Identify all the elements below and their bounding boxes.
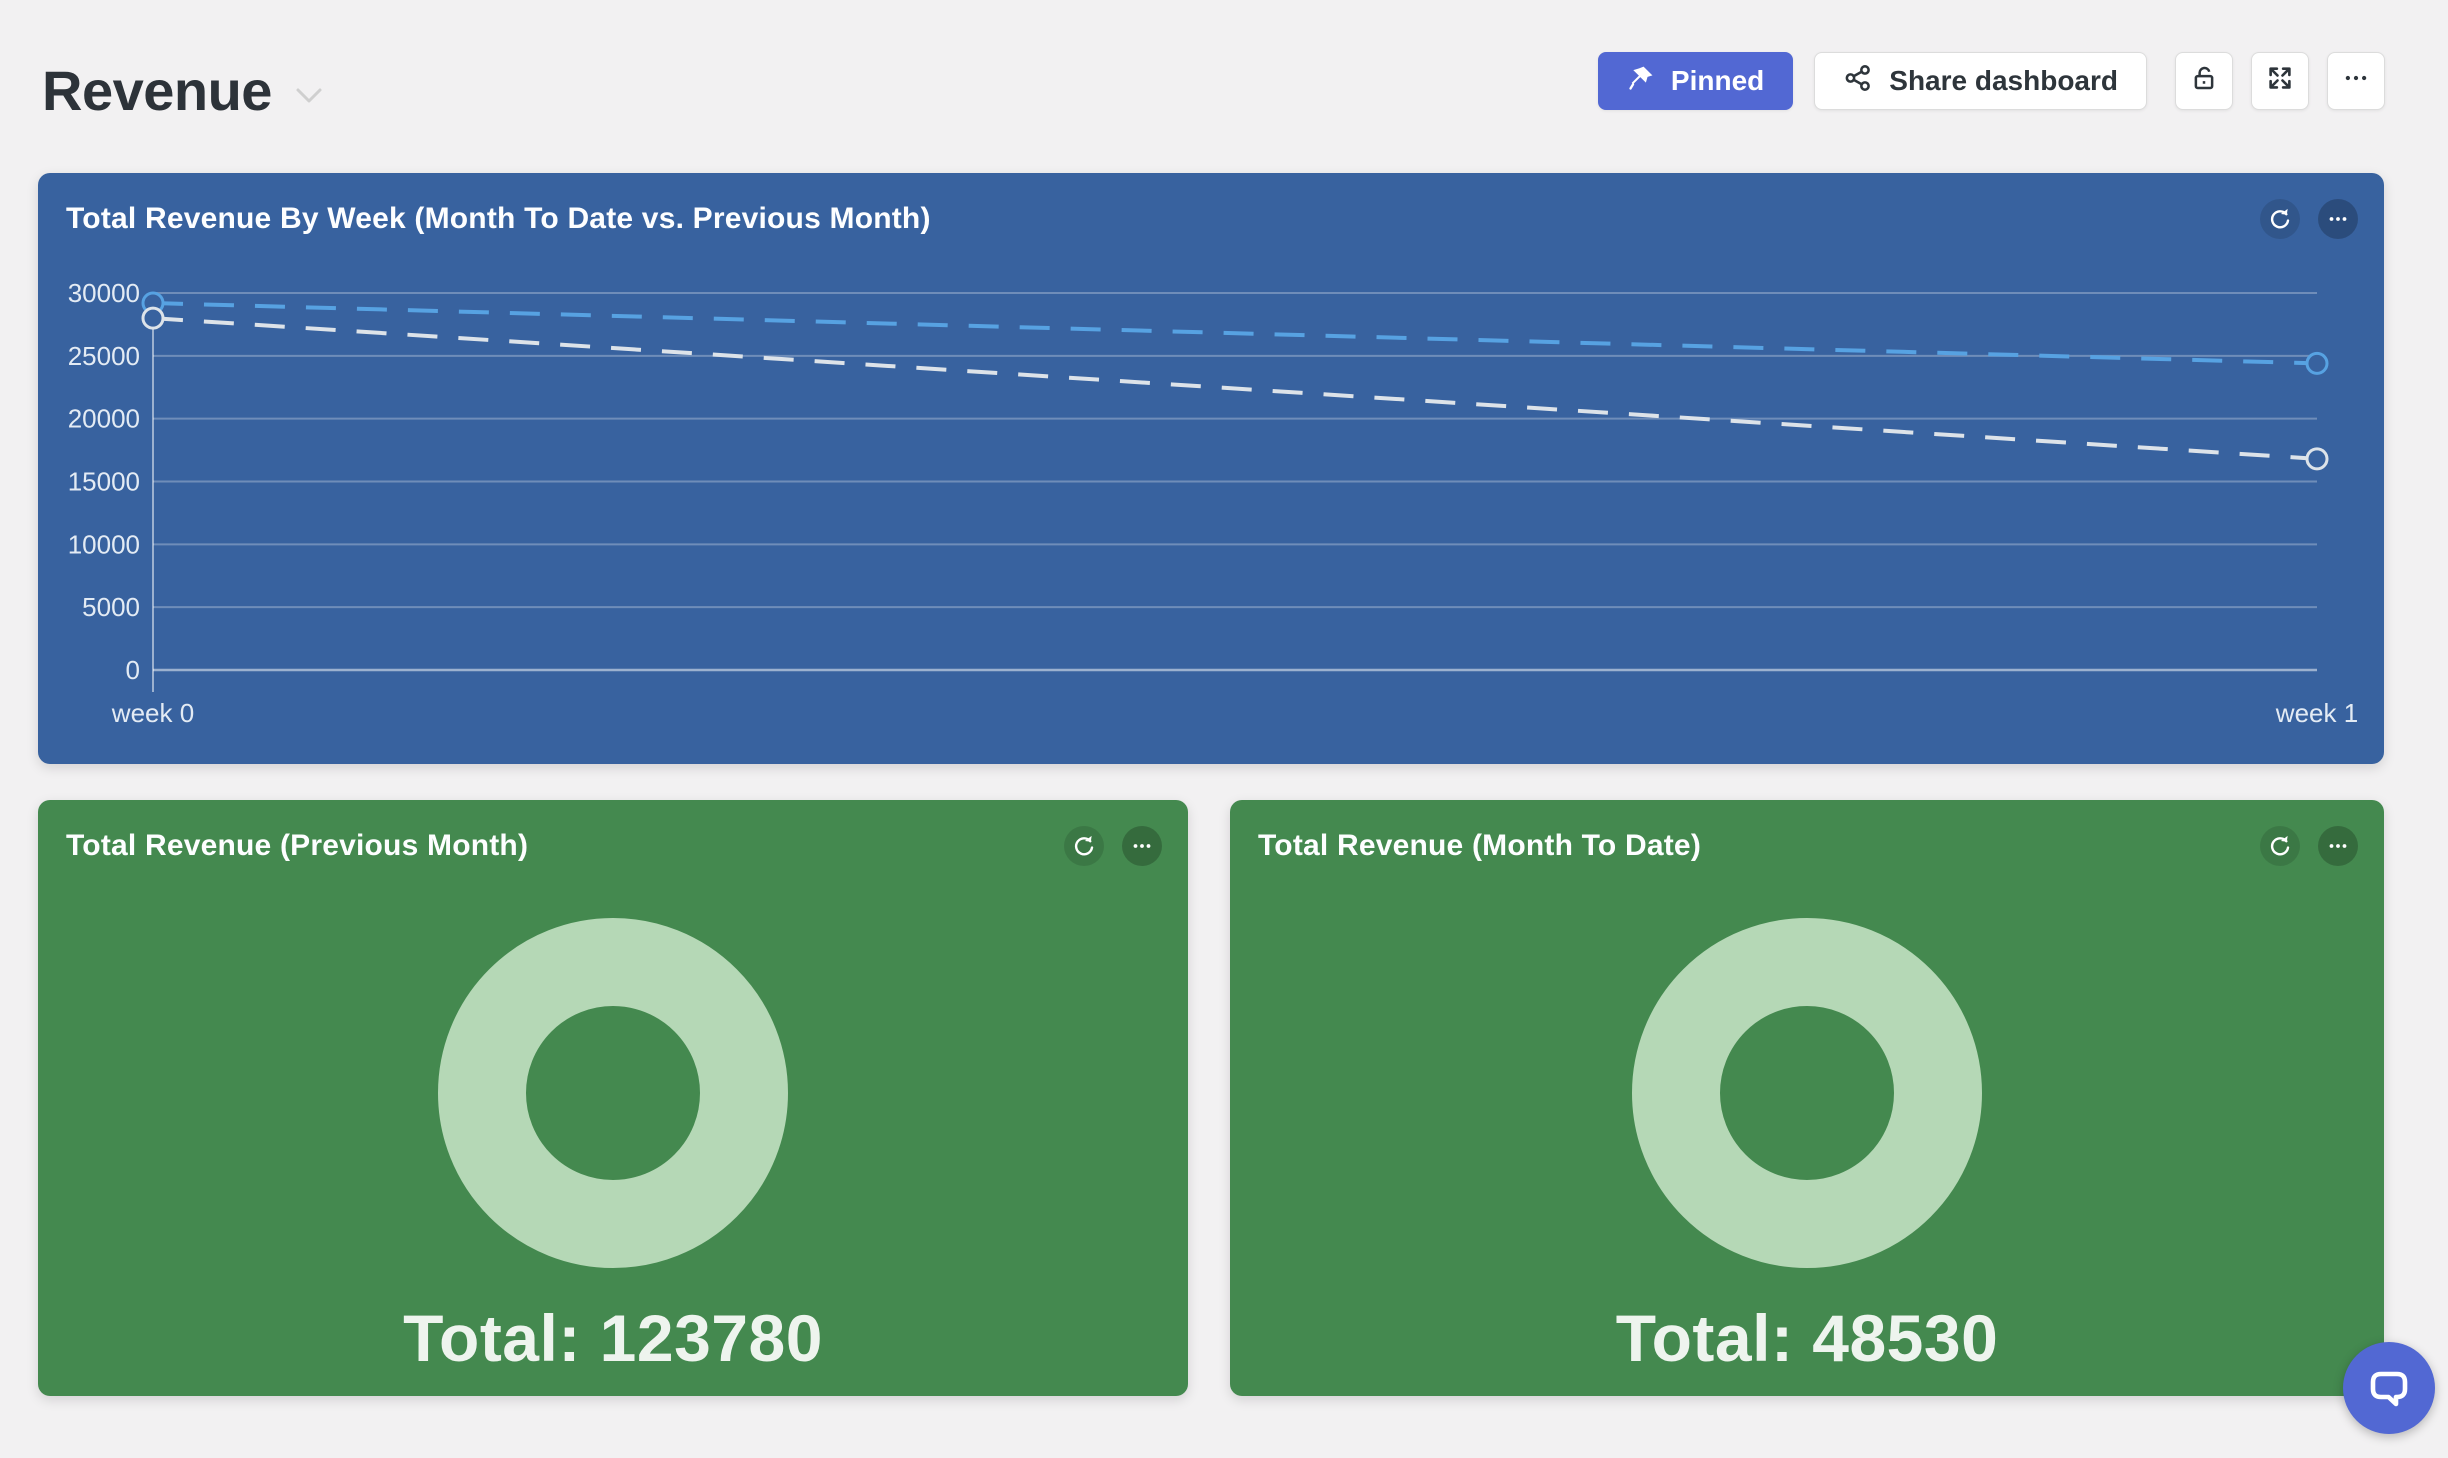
fullscreen-button[interactable] [2251,52,2309,110]
data-point-marker[interactable] [143,308,163,328]
card-menu-button[interactable] [1122,826,1162,866]
share-dashboard-button[interactable]: Share dashboard [1814,52,2147,110]
share-dashboard-label: Share dashboard [1889,65,2118,97]
share-icon [1843,63,1873,100]
data-point-marker[interactable] [2307,449,2327,469]
chat-bubble-icon [2365,1363,2413,1414]
series-line-month-to-date [153,303,2317,363]
pin-icon [1627,64,1655,99]
donut-chart[interactable] [1632,918,1982,1268]
total-value: Total: 123780 [38,1300,1188,1376]
dashboard-header: Revenue Pinned Share dashbo [0,0,2448,173]
card-menu-button[interactable] [2318,199,2358,239]
line-chart[interactable]: 0 5000 10000 15000 20000 25000 30000 week 0 week… [38,173,2384,764]
dashboard-page: Revenue Pinned Share dashbo [0,0,2448,1458]
x-tick-label: week 1 [2275,698,2358,728]
unlock-icon [2189,63,2219,100]
line-chart-card: 0 5000 10000 15000 20000 25000 30000 week 0 week… [38,173,2384,764]
refresh-button[interactable] [1064,826,1104,866]
y-tick-label: 25000 [68,341,140,371]
refresh-button[interactable] [2260,199,2300,239]
pinned-button[interactable]: Pinned [1598,52,1793,110]
pinned-button-label: Pinned [1671,65,1764,97]
card-menu-button[interactable] [2318,826,2358,866]
card-title: Total Revenue By Week (Month To Date vs.… [66,202,2260,236]
data-point-marker[interactable] [2307,353,2327,373]
header-actions: Pinned Share dashboard [1598,52,2385,110]
y-tick-label: 20000 [68,404,140,434]
card-title: Total Revenue (Month To Date) [1258,829,2260,863]
donut-card-previous-month: Total Revenue (Previous Month) Total: 12… [38,800,1188,1396]
page-title: Revenue [42,58,272,123]
chevron-down-icon[interactable] [294,86,324,106]
fullscreen-icon [2265,63,2295,100]
y-tick-label: 15000 [68,467,140,497]
ellipsis-icon [2341,63,2371,100]
y-tick-label: 30000 [68,278,140,308]
card-title: Total Revenue (Previous Month) [66,829,1064,863]
total-value: Total: 48530 [1230,1300,2384,1376]
donut-chart[interactable] [438,918,788,1268]
y-tick-label: 0 [126,655,140,685]
more-options-button[interactable] [2327,52,2385,110]
y-tick-label: 10000 [68,529,140,559]
x-tick-label: week 0 [111,698,194,728]
unlock-button[interactable] [2175,52,2233,110]
refresh-button[interactable] [2260,826,2300,866]
donut-card-month-to-date: Total Revenue (Month To Date) Total: 485… [1230,800,2384,1396]
y-tick-label: 5000 [82,592,140,622]
series-line-previous-month [153,318,2317,459]
chat-launcher-button[interactable] [2343,1342,2435,1434]
